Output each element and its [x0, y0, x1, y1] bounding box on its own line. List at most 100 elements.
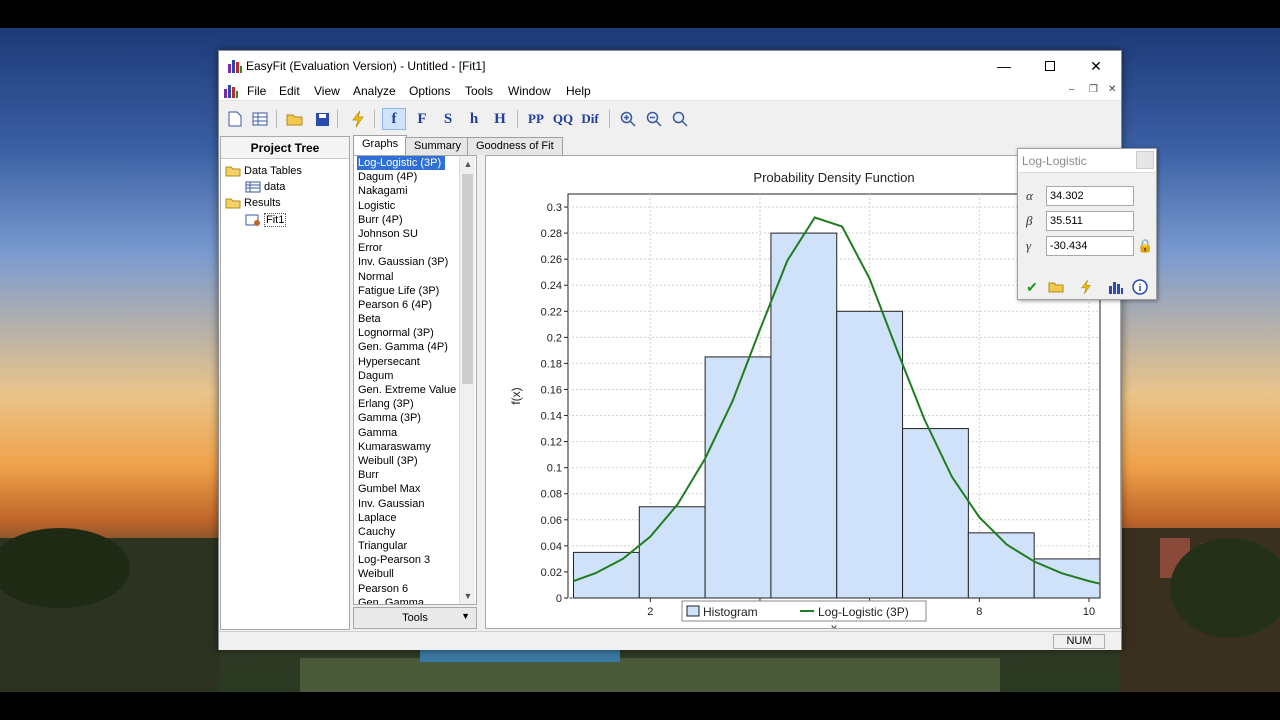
- distribution-item[interactable]: Kumaraswamy: [354, 440, 476, 454]
- table-icon: [245, 181, 261, 193]
- distribution-item[interactable]: Dagum (4P): [354, 170, 476, 184]
- param-row-beta: β: [1026, 211, 1134, 231]
- alpha-input[interactable]: [1046, 186, 1134, 206]
- open-button[interactable]: [284, 108, 306, 130]
- menu-tools[interactable]: Tools: [465, 84, 493, 98]
- table-button[interactable]: [249, 108, 271, 130]
- distribution-item[interactable]: Gumbel Max: [354, 482, 476, 496]
- histogram-icon[interactable]: [1106, 277, 1126, 297]
- distribution-item[interactable]: Weibull (3P): [354, 454, 476, 468]
- tree-node-data-tables[interactable]: Data Tables: [225, 165, 302, 177]
- survival-graph-button[interactable]: S: [437, 108, 459, 130]
- distribution-item[interactable]: Triangular: [354, 539, 476, 553]
- menu-analyze[interactable]: Analyze: [353, 84, 396, 98]
- menu-help[interactable]: Help: [566, 84, 591, 98]
- zoom-out-button[interactable]: [643, 108, 665, 130]
- toolbar-separator: [609, 110, 610, 128]
- info-icon[interactable]: i: [1130, 277, 1150, 297]
- legend-histogram-label: Histogram: [703, 605, 758, 619]
- y-tick-label: 0.12: [541, 437, 562, 449]
- close-button[interactable]: ✕: [1073, 51, 1119, 81]
- zoom-in-button[interactable]: [617, 108, 639, 130]
- distribution-item[interactable]: Burr (4P): [354, 213, 476, 227]
- mdi-minimize-icon[interactable]: –: [1069, 84, 1075, 95]
- menu-view[interactable]: View: [314, 84, 340, 98]
- difference-plot-button[interactable]: Dif: [579, 108, 601, 130]
- mdi-restore-icon[interactable]: ❐: [1089, 84, 1098, 95]
- beta-input[interactable]: [1046, 211, 1134, 231]
- pdf-graph-button[interactable]: f: [382, 108, 406, 130]
- distribution-item[interactable]: Fatigue Life (3P): [354, 284, 476, 298]
- lock-icon[interactable]: 🔒: [1137, 238, 1153, 254]
- distribution-item[interactable]: Inv. Gaussian (3P): [354, 255, 476, 269]
- mdi-close-icon[interactable]: ✕: [1108, 84, 1116, 95]
- tree-node-fit1[interactable]: Fit1: [245, 213, 287, 227]
- distribution-item[interactable]: Erlang (3P): [354, 397, 476, 411]
- save-disk-icon: [315, 112, 329, 126]
- param-symbol: γ: [1026, 238, 1032, 253]
- distribution-item[interactable]: Pearson 6 (4P): [354, 298, 476, 312]
- distribution-item[interactable]: Gen. Extreme Value: [354, 383, 476, 397]
- document-app-icon[interactable]: [223, 83, 239, 99]
- tree-node-results[interactable]: Results: [225, 197, 281, 209]
- tab-summary[interactable]: Summary: [405, 137, 471, 155]
- legend-histogram-swatch: [686, 605, 700, 617]
- tree-node-data[interactable]: data: [245, 181, 285, 193]
- x-tick-label: 8: [976, 606, 982, 618]
- y-tick-label: 0.06: [541, 515, 562, 527]
- distribution-item[interactable]: Inv. Gaussian: [354, 497, 476, 511]
- distribution-item[interactable]: Gen. Gamma: [354, 596, 476, 604]
- distribution-item[interactable]: Pearson 6: [354, 582, 476, 596]
- hazard-graph-button[interactable]: h: [463, 108, 485, 130]
- y-tick-label: 0.14: [541, 411, 562, 423]
- menu-window[interactable]: Window: [508, 84, 551, 98]
- zoom-button[interactable]: [669, 108, 691, 130]
- distribution-item[interactable]: Logistic: [354, 199, 476, 213]
- distribution-item[interactable]: Dagum: [354, 369, 476, 383]
- minimize-button[interactable]: —: [981, 51, 1027, 81]
- new-button[interactable]: [224, 108, 246, 130]
- distribution-item[interactable]: Gamma: [354, 426, 476, 440]
- distribution-item[interactable]: Error: [354, 241, 476, 255]
- menu-file[interactable]: File: [247, 84, 266, 98]
- fit-distributions-button[interactable]: [347, 108, 369, 130]
- maximize-button[interactable]: [1027, 51, 1073, 81]
- open-folder-icon: [286, 114, 303, 126]
- distribution-item[interactable]: Hypersecant: [354, 355, 476, 369]
- easyfit-app-icon: [228, 60, 242, 73]
- menu-options[interactable]: Options: [409, 84, 450, 98]
- tab-graphs[interactable]: Graphs: [353, 135, 408, 155]
- distribution-item[interactable]: Beta: [354, 312, 476, 326]
- cdf-graph-button[interactable]: F: [411, 108, 433, 130]
- distribution-item[interactable]: Laplace: [354, 511, 476, 525]
- distribution-item[interactable]: Nakagami: [354, 184, 476, 198]
- qq-plot-button[interactable]: QQ: [552, 108, 574, 130]
- save-button[interactable]: [311, 108, 333, 130]
- distribution-item[interactable]: Gamma (3P): [354, 411, 476, 425]
- cumulative-hazard-button[interactable]: H: [489, 108, 511, 130]
- distribution-item[interactable]: Normal: [354, 270, 476, 284]
- folder-icon: [225, 198, 241, 209]
- scroll-up-icon[interactable]: ▲: [460, 156, 476, 172]
- tools-dropdown-button[interactable]: Tools ▼: [353, 607, 477, 629]
- lightning-icon[interactable]: [1076, 277, 1096, 297]
- distribution-item[interactable]: Lognormal (3P): [354, 326, 476, 340]
- distribution-item[interactable]: Log-Pearson 3: [354, 553, 476, 567]
- pp-plot-button[interactable]: PP: [525, 108, 547, 130]
- scroll-down-icon[interactable]: ▼: [460, 588, 476, 604]
- scroll-thumb[interactable]: [462, 174, 473, 384]
- apply-check-icon[interactable]: ✔: [1022, 277, 1042, 297]
- y-tick-label: 0.08: [541, 489, 562, 501]
- distribution-item[interactable]: Burr: [354, 468, 476, 482]
- popup-close-button[interactable]: [1136, 151, 1154, 169]
- distribution-item[interactable]: Weibull: [354, 567, 476, 581]
- gamma-input[interactable]: [1046, 236, 1134, 256]
- distribution-list-scrollbar[interactable]: ▲ ▼: [459, 156, 475, 604]
- distribution-item[interactable]: Johnson SU: [354, 227, 476, 241]
- distribution-item[interactable]: Gen. Gamma (4P): [354, 340, 476, 354]
- distribution-item[interactable]: Cauchy: [354, 525, 476, 539]
- distribution-item[interactable]: Log-Logistic (3P): [354, 156, 476, 171]
- open-folder-icon[interactable]: [1046, 277, 1066, 297]
- tab-goodness-of-fit[interactable]: Goodness of Fit: [467, 137, 563, 155]
- menu-edit[interactable]: Edit: [279, 84, 300, 98]
